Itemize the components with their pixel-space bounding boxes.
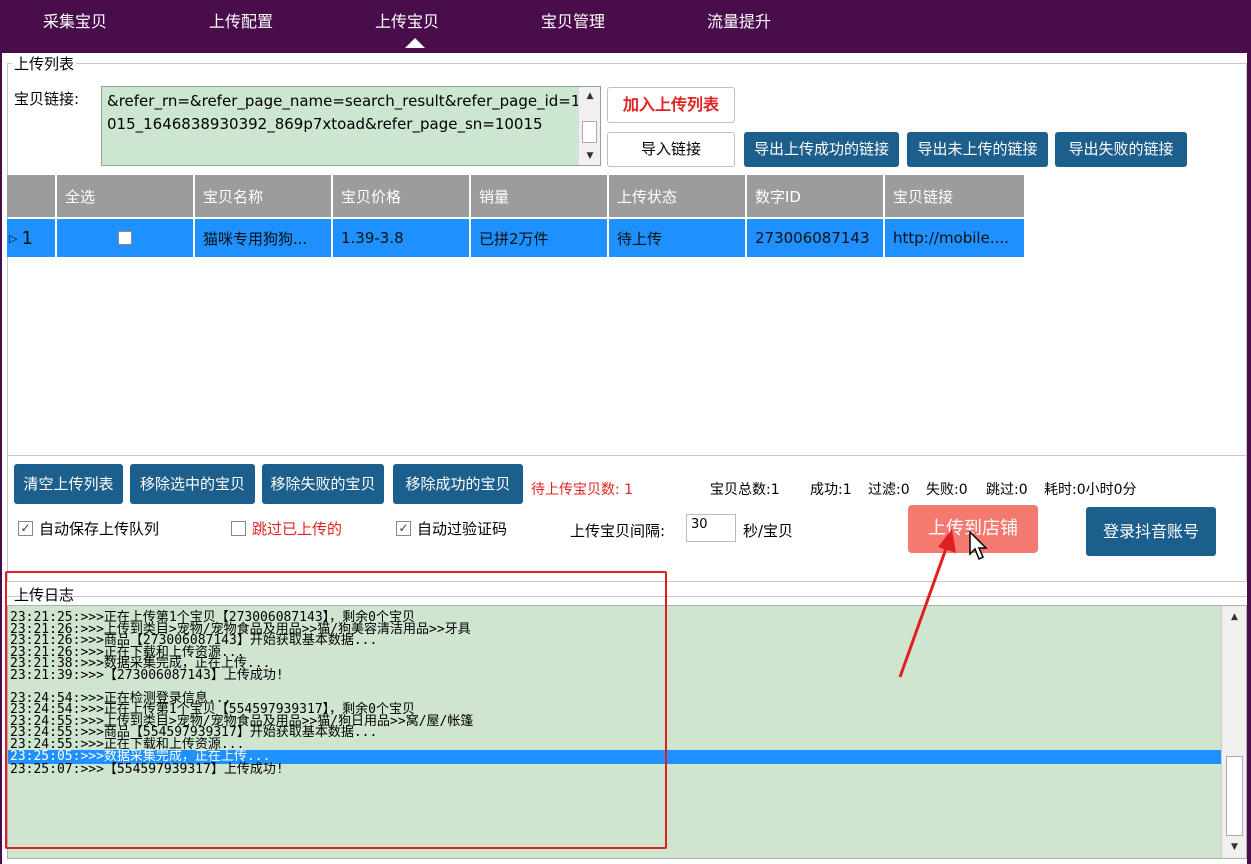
column-item-price[interactable]: 宝贝价格 xyxy=(333,175,471,217)
row-checkbox[interactable] xyxy=(118,231,132,245)
total-count: 宝贝总数:1 xyxy=(710,482,780,498)
scroll-up-arrow-icon[interactable]: ▲ xyxy=(1222,612,1247,622)
export-not-uploaded-links-button[interactable]: 导出未上传的链接 xyxy=(907,132,1048,167)
cell-upload-status: 待上传 xyxy=(609,219,747,257)
checkmark-icon: ✓ xyxy=(396,521,411,536)
auto-save-label: 自动保存上传队列 xyxy=(39,520,160,538)
active-tab-indicator xyxy=(405,38,425,48)
annotation-highlight-box xyxy=(5,571,667,849)
clear-upload-list-button[interactable]: 清空上传列表 xyxy=(14,464,123,504)
failed-count: 失败:0 xyxy=(926,482,968,498)
mouse-cursor-icon xyxy=(969,530,988,561)
cell-numeric-id: 273006087143 xyxy=(747,219,885,257)
tab-upload-items[interactable]: 上传宝贝 xyxy=(375,8,439,32)
column-item-name[interactable]: 宝贝名称 xyxy=(195,175,333,217)
remove-failed-button[interactable]: 移除失败的宝贝 xyxy=(262,464,384,504)
scroll-down-arrow-icon[interactable]: ▼ xyxy=(1222,842,1247,852)
annotation-arrow-icon xyxy=(898,529,956,678)
login-douyin-button[interactable]: 登录抖音账号 xyxy=(1086,507,1216,556)
tab-item-manage[interactable]: 宝贝管理 xyxy=(541,8,605,32)
auto-captcha-checkbox[interactable]: ✓ 自动过验证码 xyxy=(396,518,507,539)
row-header: ▷ 1 xyxy=(7,219,57,257)
tab-traffic-boost[interactable]: 流量提升 xyxy=(707,8,771,32)
skip-uploaded-checkbox[interactable]: 跳过已上传的 xyxy=(231,518,342,539)
remove-success-button[interactable]: 移除成功的宝贝 xyxy=(393,464,523,504)
row-pointer-icon: ▷ xyxy=(9,231,18,245)
auto-save-queue-checkbox[interactable]: ✓ 自动保存上传队列 xyxy=(18,518,159,539)
cell-item-price: 1.39-3.8 xyxy=(333,219,471,257)
column-select-all[interactable]: 全选 xyxy=(57,175,195,217)
table-row[interactable]: ▷ 1 猫咪专用狗狗... 1.39-3.8 已拼2万件 待上传 2730060… xyxy=(7,219,1024,257)
skip-uploaded-label: 跳过已上传的 xyxy=(252,520,343,538)
add-to-upload-list-button[interactable]: 加入上传列表 xyxy=(607,87,735,123)
interval-input[interactable]: 30 xyxy=(686,514,736,542)
item-link-label: 宝贝链接: xyxy=(14,90,80,108)
import-links-button[interactable]: 导入链接 xyxy=(607,132,735,167)
column-upload-status[interactable]: 上传状态 xyxy=(609,175,747,217)
export-failed-links-button[interactable]: 导出失败的链接 xyxy=(1055,132,1187,167)
cell-item-name: 猫咪专用狗狗... xyxy=(195,219,333,257)
export-success-links-button[interactable]: 导出上传成功的链接 xyxy=(744,132,899,167)
table-header: 全选 宝贝名称 宝贝价格 销量 上传状态 数字ID 宝贝链接 xyxy=(7,175,1024,217)
row-checkbox-cell xyxy=(57,219,195,257)
log-scrollbar[interactable]: ▲ ▼ xyxy=(1221,606,1246,858)
divider xyxy=(7,455,1247,456)
skipped-count: 跳过:0 xyxy=(986,482,1028,498)
row-index: 1 xyxy=(21,227,33,249)
elapsed-time: 耗时:0小时0分 xyxy=(1044,482,1137,498)
success-count: 成功:1 xyxy=(810,482,852,498)
remove-selected-button[interactable]: 移除选中的宝贝 xyxy=(130,464,255,504)
window-border-left xyxy=(0,53,2,864)
scroll-thumb[interactable] xyxy=(582,121,597,143)
checkmark-icon: ✓ xyxy=(18,521,33,536)
row-header-corner xyxy=(7,175,57,217)
interval-label: 上传宝贝间隔: xyxy=(570,522,666,540)
pending-count: 待上传宝贝数: 1 xyxy=(531,482,634,498)
column-numeric-id[interactable]: 数字ID xyxy=(747,175,885,217)
interval-unit: 秒/宝贝 xyxy=(743,522,794,540)
window-border-right xyxy=(1247,53,1251,864)
scroll-down-arrow-icon[interactable]: ▼ xyxy=(579,147,601,165)
unchecked-box-icon xyxy=(231,521,246,536)
upload-list-title: 上传列表 xyxy=(12,53,77,74)
top-nav: 采集宝贝 上传配置 上传宝贝 宝贝管理 流量提升 xyxy=(0,0,1251,53)
filtered-count: 过滤:0 xyxy=(868,482,910,498)
column-item-link[interactable]: 宝贝链接 xyxy=(885,175,1024,217)
link-input-scrollbar[interactable]: ▲ ▼ xyxy=(578,87,600,165)
column-sales[interactable]: 销量 xyxy=(471,175,609,217)
cell-sales: 已拼2万件 xyxy=(471,219,609,257)
scroll-up-arrow-icon[interactable]: ▲ xyxy=(579,87,601,105)
tab-collect[interactable]: 采集宝贝 xyxy=(43,8,107,32)
tab-upload-config[interactable]: 上传配置 xyxy=(209,8,273,32)
log-scroll-thumb[interactable] xyxy=(1226,756,1243,836)
item-link-input[interactable]: &refer_rn=&refer_page_name=search_result… xyxy=(101,86,601,166)
auto-captcha-label: 自动过验证码 xyxy=(417,520,508,538)
cell-item-link: http://mobile.... xyxy=(893,229,1009,247)
